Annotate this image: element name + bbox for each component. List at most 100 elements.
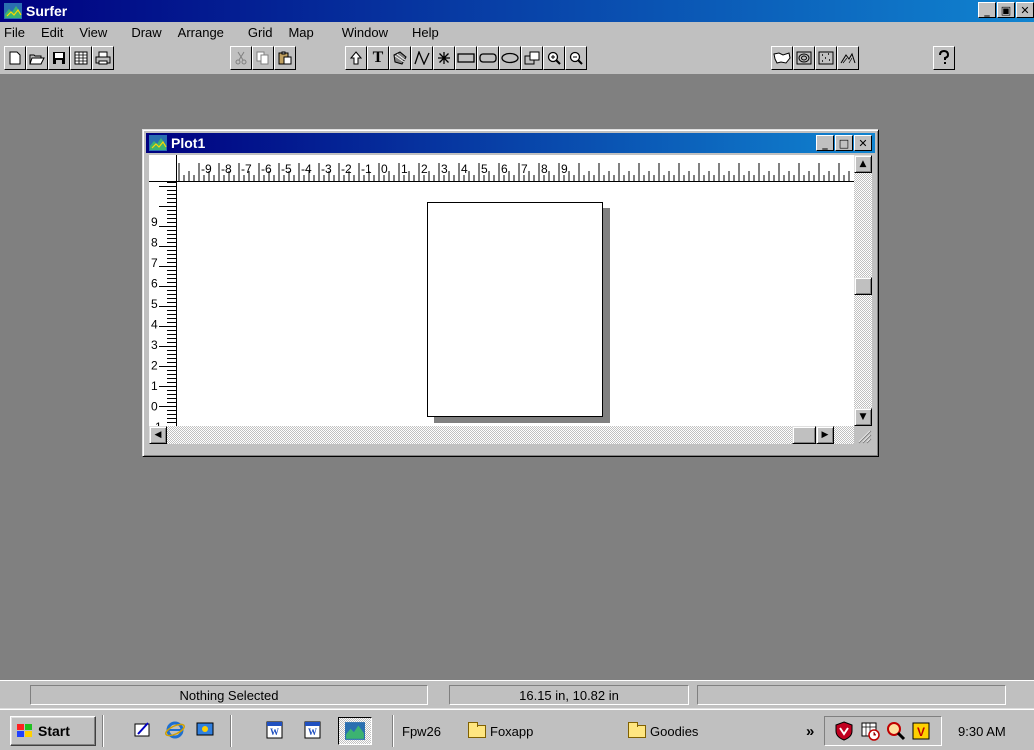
menu-map[interactable]: Map [280, 25, 321, 40]
word-doc-icon[interactable]: W [264, 719, 286, 741]
ruler-h-label: -1 [361, 162, 372, 176]
volume-v-icon[interactable]: V [911, 721, 931, 741]
toolbar-draw-group: T [345, 46, 587, 72]
vertical-scroll-thumb[interactable] [854, 277, 872, 295]
polyline-icon[interactable] [411, 46, 433, 70]
ruler-v-label: 9 [151, 215, 158, 229]
toolbar: T [0, 43, 1034, 75]
surfer-app-icon [345, 722, 365, 740]
app-titlebar[interactable]: Surfer _ ▣ ✕ [0, 0, 1034, 22]
menu-edit[interactable]: Edit [33, 25, 71, 40]
plot-window[interactable]: Plot1 _ □ ✕ -9 -8 -7 -6 -5 -4 -3 -2 -1 0 1 2 3 4 5 6 7 8 9… [142, 129, 879, 457]
plot-titlebar[interactable]: Plot1 _ □ ✕ [146, 133, 875, 153]
app-close-button[interactable]: ✕ [1016, 2, 1034, 18]
ruler-h-label: 3 [441, 162, 448, 176]
menu-draw[interactable]: Draw [123, 25, 169, 40]
status-extra [697, 685, 1006, 705]
ellipse-icon[interactable] [499, 46, 521, 70]
base-map-icon[interactable] [771, 46, 793, 70]
new-icon[interactable] [4, 46, 26, 70]
copy-icon[interactable] [252, 46, 274, 70]
task-goodies[interactable]: Goodies [628, 717, 698, 745]
ruler-v-label: 6 [151, 277, 158, 291]
page-sheet [427, 202, 603, 417]
print-icon[interactable] [92, 46, 114, 70]
worksheet-icon[interactable] [70, 46, 92, 70]
vertical-ruler: 9876543210-1 [149, 182, 177, 426]
open-icon[interactable] [26, 46, 48, 70]
plot-canvas[interactable] [177, 182, 854, 426]
ruler-h-label: 9 [561, 162, 568, 176]
plot-close-button[interactable]: ✕ [854, 135, 872, 151]
menu-bar: File Edit View Draw Arrange Grid Map Win… [0, 22, 1034, 43]
ruler-v-label: 8 [151, 236, 158, 250]
task-foxapp[interactable]: Foxapp [468, 717, 533, 745]
select-arrow-icon[interactable] [345, 46, 367, 70]
scroll-up-button[interactable]: ▲ [854, 155, 872, 173]
ruler-h-label: -6 [261, 162, 272, 176]
toolbar-help-group [933, 46, 955, 72]
menu-arrange[interactable]: Arrange [170, 25, 232, 40]
ruler-v-label: 1 [151, 379, 158, 393]
zoom-out-icon[interactable] [565, 46, 587, 70]
text-icon[interactable]: T [367, 46, 389, 70]
size-grip[interactable] [854, 426, 872, 444]
toolbar-file-group [4, 46, 114, 72]
scroll-left-button[interactable]: ◀ [149, 426, 167, 444]
menu-grid[interactable]: Grid [240, 25, 281, 40]
horizontal-scroll-thumb[interactable] [792, 426, 816, 444]
task-label: Foxapp [490, 723, 534, 739]
vertical-scrollbar[interactable]: ▲ ▼ [854, 155, 872, 426]
rectangle-icon[interactable] [455, 46, 477, 70]
ruler-v-label: 4 [151, 318, 158, 332]
scheduler-icon[interactable] [859, 720, 881, 742]
paste-icon[interactable] [274, 46, 296, 70]
ruler-h-label: 6 [501, 162, 508, 176]
quicklaunch-channels-icon[interactable] [194, 719, 216, 741]
ruler-h-label: 2 [421, 162, 428, 176]
quicklaunch-ie-icon[interactable] [164, 719, 186, 741]
polygon-icon[interactable] [389, 46, 411, 70]
word-doc-icon[interactable]: W [302, 719, 324, 741]
ruler-v-label: 2 [151, 359, 158, 373]
zoom-in-icon[interactable] [543, 46, 565, 70]
start-button[interactable]: Start [10, 716, 96, 746]
taskbar-separator [392, 715, 394, 747]
horizontal-scrollbar[interactable]: ◀ ▶ [149, 426, 854, 444]
taskbar-separator [230, 715, 232, 747]
ruler-corner [149, 155, 177, 182]
start-label: Start [38, 723, 70, 739]
plot-maximize-button[interactable]: □ [835, 135, 853, 151]
size-grip-icon [858, 430, 872, 444]
taskbar-overflow-button[interactable]: » [806, 717, 814, 745]
app-restore-button[interactable]: ▣ [997, 2, 1015, 18]
menu-file[interactable]: File [0, 25, 33, 40]
surface-map-icon[interactable] [837, 46, 859, 70]
system-clock[interactable]: 9:30 AM [958, 724, 1006, 739]
plot-minimize-button[interactable]: _ [816, 135, 834, 151]
search-icon[interactable] [885, 720, 907, 742]
task-fpw26[interactable]: Fpw26 [402, 717, 441, 745]
reshape-icon[interactable] [521, 46, 543, 70]
app-minimize-button[interactable]: _ [978, 2, 996, 18]
save-icon[interactable] [48, 46, 70, 70]
scroll-down-button[interactable]: ▼ [854, 408, 872, 426]
rounded-rectangle-icon[interactable] [477, 46, 499, 70]
ruler-v-label: 0 [151, 400, 158, 414]
symbol-icon[interactable] [433, 46, 455, 70]
quicklaunch-desktop-icon[interactable] [132, 719, 154, 741]
task-label: Fpw26 [402, 723, 442, 739]
post-map-icon[interactable] [815, 46, 837, 70]
scroll-right-button[interactable]: ▶ [816, 426, 834, 444]
contour-map-icon[interactable] [793, 46, 815, 70]
status-selection: Nothing Selected [30, 685, 428, 705]
antivirus-shield-icon[interactable] [833, 720, 855, 742]
menu-window[interactable]: Window [334, 25, 396, 40]
cut-icon[interactable] [230, 46, 252, 70]
surfer-task-button[interactable] [338, 717, 372, 745]
toolbar-edit-group [230, 46, 296, 72]
ruler-h-label: -2 [341, 162, 352, 176]
menu-help[interactable]: Help [404, 25, 447, 40]
help-icon[interactable] [933, 46, 955, 70]
menu-view[interactable]: View [71, 25, 115, 40]
